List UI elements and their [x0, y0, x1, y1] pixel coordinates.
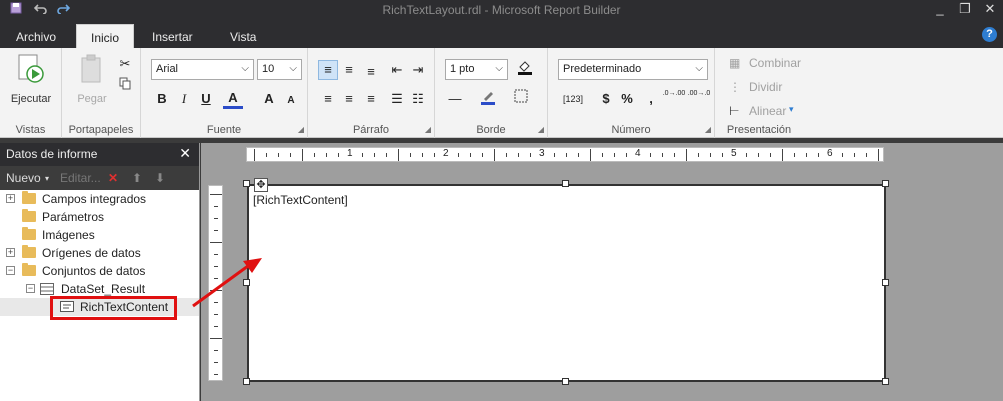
annotation-arrow: [192, 258, 262, 308]
